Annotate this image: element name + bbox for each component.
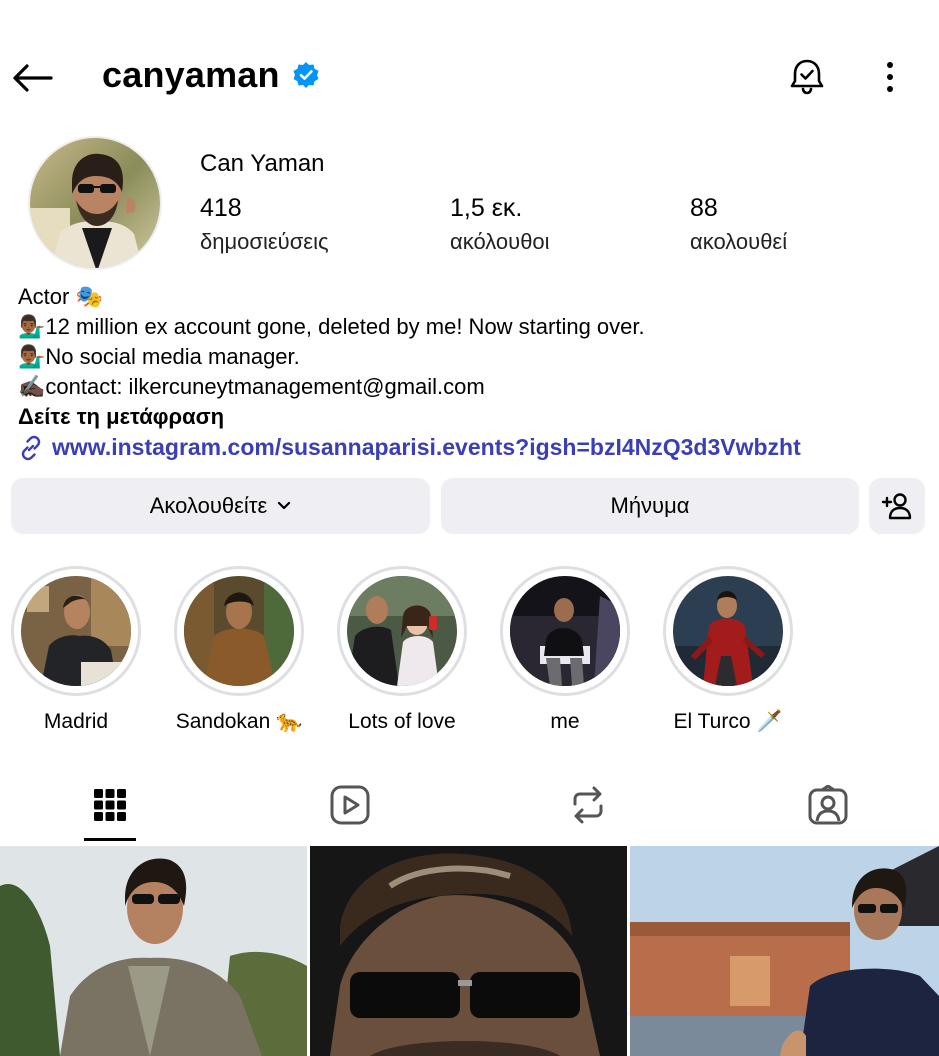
profile-content-tabs <box>0 770 939 844</box>
stat-following[interactable]: 88 ακολουθεί <box>690 194 787 255</box>
writing-hand-icon: ✍🏿 <box>18 375 46 400</box>
highlight-ring <box>663 566 793 696</box>
tab-tagged[interactable] <box>768 770 888 840</box>
avatar-photo <box>30 138 160 268</box>
highlight-ring <box>174 566 304 696</box>
highlight-madrid[interactable]: Madrid <box>0 566 158 734</box>
post-image <box>310 846 627 1056</box>
highlight-label: Lots of love <box>348 710 456 733</box>
back-arrow-icon <box>13 64 53 92</box>
post-image <box>0 846 307 1056</box>
post-thumbnail[interactable] <box>0 846 307 1056</box>
suggest-people-button[interactable] <box>869 478 925 534</box>
bio-line-2-text: 12 million ex account gone, deleted by m… <box>45 314 645 339</box>
highlight-cover <box>673 576 783 686</box>
person-tipping-hand-icon: 💁🏾‍♂️ <box>18 315 46 340</box>
posts-grid <box>0 846 939 1056</box>
link-icon <box>21 435 41 460</box>
selected-tab-indicator <box>84 838 136 841</box>
verified-badge-icon <box>293 62 319 88</box>
highlight-ring <box>500 566 630 696</box>
notification-bell-icon <box>790 59 824 95</box>
bio-line-4-text: contact: ilkercuneytmanagement@gmail.com <box>45 374 485 399</box>
chevron-down-icon <box>278 501 291 510</box>
post-image <box>630 846 939 1056</box>
highlight-sandokan[interactable]: Sandokan 🐆 <box>157 566 321 734</box>
tab-posts-grid[interactable] <box>50 770 170 840</box>
stat-followers-value: 1,5 εκ. <box>450 194 523 222</box>
profile-username: canyaman <box>102 54 280 95</box>
highlight-cover <box>510 576 620 686</box>
profile-avatar[interactable] <box>28 136 162 270</box>
person-tipping-hand-icon: 💁🏾‍♂️ <box>18 345 46 370</box>
add-person-icon <box>881 493 912 520</box>
more-options-icon <box>887 62 893 92</box>
stat-followers-label: ακόλουθοι <box>450 229 550 254</box>
profile-bio: Actor 🎭 💁🏾‍♂️12 million ex account gone,… <box>18 282 928 462</box>
tab-reposts[interactable] <box>528 770 648 840</box>
stat-following-label: ακολουθεί <box>690 229 788 254</box>
profile-full-name: Can Yaman <box>200 150 325 177</box>
post-thumbnail[interactable] <box>630 846 939 1056</box>
following-button-label: Ακολουθείτε <box>149 493 268 518</box>
more-options-button[interactable] <box>870 54 910 100</box>
bio-line-4: ✍🏿contact: ilkercuneytmanagement@gmail.c… <box>18 372 928 402</box>
highlight-lots-of-love[interactable]: Lots of love <box>320 566 484 734</box>
profile-header: canyaman <box>0 40 939 116</box>
bio-line-2: 💁🏾‍♂️12 million ex account gone, deleted… <box>18 312 928 342</box>
reposts-icon <box>573 786 603 824</box>
grid-icon <box>94 789 126 821</box>
highlight-label: me <box>550 710 580 733</box>
highlight-ring <box>337 566 467 696</box>
back-button[interactable] <box>10 58 54 98</box>
stat-followers[interactable]: 1,5 εκ. ακόλουθοι <box>450 194 550 255</box>
stat-following-value: 88 <box>690 194 718 222</box>
bio-line-1: Actor 🎭 <box>18 282 928 312</box>
tab-reels[interactable] <box>290 770 410 840</box>
bio-line-3-text: No social media manager. <box>45 344 300 369</box>
stat-posts[interactable]: 418 δημοσιεύσεις <box>200 194 329 255</box>
notifications-button[interactable] <box>784 54 830 100</box>
bio-external-link[interactable]: www.instagram.com/susannaparisi.events?i… <box>18 433 928 462</box>
message-button-label: Μήνυμα <box>610 493 690 518</box>
bio-line-1-text: Actor <box>18 284 76 309</box>
bio-link-text[interactable]: www.instagram.com/susannaparisi.events?i… <box>52 433 801 462</box>
tagged-icon <box>808 785 848 825</box>
highlight-el-turco[interactable]: El Turco 🗡️ <box>646 566 810 734</box>
following-button[interactable]: Ακολουθείτε <box>11 478 430 534</box>
stat-posts-value: 418 <box>200 194 242 222</box>
see-translation-link[interactable]: Δείτε τη μετάφραση <box>18 402 928 431</box>
stat-posts-label: δημοσιεύσεις <box>200 229 329 254</box>
message-button[interactable]: Μήνυμα <box>441 478 859 534</box>
highlight-cover <box>184 576 294 686</box>
post-thumbnail[interactable] <box>310 846 627 1056</box>
highlight-label: El Turco 🗡️ <box>673 710 783 733</box>
highlight-cover <box>21 576 131 686</box>
highlight-ring <box>11 566 141 696</box>
story-highlights: Madrid Sandokan 🐆 Lots of love me El Tur… <box>0 566 939 736</box>
theater-masks-icon: 🎭 <box>75 285 103 310</box>
highlight-me[interactable]: me <box>483 566 647 734</box>
highlight-label: Madrid <box>43 710 109 733</box>
bio-line-3: 💁🏾‍♂️No social media manager. <box>18 342 928 372</box>
profile-username-row: canyaman <box>102 54 320 96</box>
reels-icon <box>330 785 370 825</box>
highlight-label: Sandokan 🐆 <box>175 710 303 733</box>
highlight-cover <box>347 576 457 686</box>
